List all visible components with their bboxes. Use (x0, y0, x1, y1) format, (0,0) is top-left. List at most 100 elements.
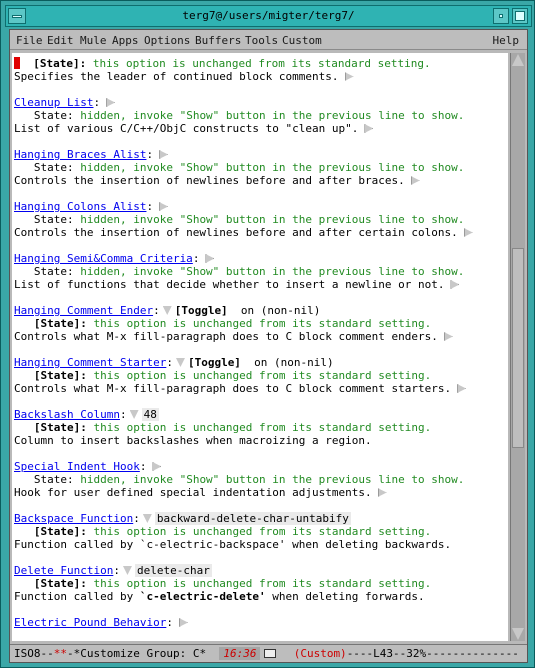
doc-text: List of functions that decide whether to… (14, 278, 445, 291)
option-title-line: Delete Function: delete-char (14, 564, 212, 577)
scroll-down-arrow-icon[interactable] (512, 628, 524, 640)
position-indicator: ----L43--32%-------------- (346, 647, 519, 660)
toggle-button[interactable]: [Toggle] (188, 356, 241, 369)
doc-line: Specifies the leader of continued block … (14, 70, 354, 83)
menu-buffers[interactable]: Buffers (195, 34, 241, 47)
minimize-button[interactable] (493, 8, 509, 24)
doc-text: Controls what M-x fill-paragraph does to… (14, 382, 452, 395)
value-field[interactable]: 48 (141, 408, 159, 421)
more-doc-icon[interactable] (344, 72, 354, 81)
menu-file[interactable]: File (16, 34, 43, 47)
show-button-icon[interactable] (159, 202, 169, 211)
vertical-scrollbar[interactable] (510, 53, 525, 641)
doc-line: Function called by `c-electric-backspace… (14, 538, 451, 551)
option-hanging-comment-ender[interactable]: Hanging Comment Ender (14, 304, 153, 317)
state-message: this option is unchanged from its standa… (86, 369, 432, 382)
scroll-thumb[interactable] (512, 248, 524, 448)
option-title-line: Hanging Braces Alist: (14, 148, 169, 161)
show-button-icon[interactable] (106, 98, 116, 107)
option-title-line: Hanging Colons Alist: (14, 200, 169, 213)
menu-custom[interactable]: Custom (282, 34, 322, 47)
doc-text: Controls what M-x fill-paragraph does to… (14, 330, 438, 343)
doc-link[interactable]: `c-electric-delete' (140, 590, 266, 603)
doc-text: Controls the insertion of newlines befor… (14, 226, 458, 239)
option-hanging-braces-alist[interactable]: Hanging Braces Alist (14, 148, 146, 161)
state-button[interactable]: State: (14, 161, 74, 174)
show-button-icon[interactable] (178, 618, 188, 627)
option-title-line: Backslash Column: 48 (14, 408, 159, 421)
toggle-button[interactable]: [Toggle] (175, 304, 228, 317)
menu-options[interactable]: Options (144, 34, 190, 47)
show-button-icon[interactable] (159, 150, 169, 159)
doc-text: List of various C/C++/ObjC constructs to… (14, 122, 359, 135)
state-message: hidden, invoke "Show" button in the prev… (73, 473, 465, 486)
state-button[interactable]: State: (14, 265, 74, 278)
emacs-window: terg7@/users/migter/terg7/ File Edit Mul… (0, 0, 535, 668)
option-electric-pound-behavior[interactable]: Electric Pound Behavior (14, 616, 166, 629)
more-doc-icon[interactable] (457, 384, 467, 393)
state-message: hidden, invoke "Show" button in the prev… (73, 161, 465, 174)
option-backslash-column[interactable]: Backslash Column (14, 408, 120, 421)
title-bar[interactable]: terg7@/users/migter/terg7/ (5, 5, 532, 27)
doc-text: Hook for user defined special indentatio… (14, 486, 372, 499)
hide-button-icon[interactable] (142, 514, 152, 523)
hide-button-icon[interactable] (175, 358, 185, 367)
state-line: [State]: this option is unchanged from i… (14, 369, 431, 382)
doc-text: Column to insert backslashes when macroi… (14, 434, 372, 447)
state-button[interactable]: [State]: (14, 317, 87, 330)
state-button[interactable]: [State]: (14, 577, 87, 590)
maximize-icon (515, 11, 525, 21)
state-line: State: hidden, invoke "Show" button in t… (14, 265, 464, 278)
option-hanging-comment-starter[interactable]: Hanging Comment Starter (14, 356, 166, 369)
doc-line: Function called by `c-electric-delete' w… (14, 590, 425, 603)
scroll-up-arrow-icon[interactable] (512, 54, 524, 66)
option-delete-function[interactable]: Delete Function (14, 564, 113, 577)
major-mode[interactable]: (Custom) (294, 647, 347, 660)
show-button-icon[interactable] (205, 254, 215, 263)
menu-mule[interactable]: Mule (80, 34, 107, 47)
option-title-line: Hanging Semi&Comma Criteria: (14, 252, 215, 265)
value-field[interactable]: backward-delete-char-untabify (154, 512, 351, 525)
emacs-frame: File Edit Mule Apps Options Buffers Tool… (9, 29, 528, 663)
more-doc-icon[interactable] (443, 332, 453, 341)
hide-button-icon[interactable] (162, 306, 172, 315)
menu-bar: File Edit Mule Apps Options Buffers Tool… (10, 30, 527, 50)
option-hanging-semi-comma-criteria[interactable]: Hanging Semi&Comma Criteria (14, 252, 193, 265)
more-doc-icon[interactable] (364, 124, 374, 133)
more-doc-icon[interactable] (450, 280, 460, 289)
more-doc-icon[interactable] (463, 228, 473, 237)
state-message: this option is unchanged from its standa… (86, 525, 432, 538)
more-doc-icon[interactable] (377, 488, 387, 497)
menu-tools[interactable]: Tools (245, 34, 278, 47)
state-line: State: hidden, invoke "Show" button in t… (14, 161, 464, 174)
customize-buffer[interactable]: [State]: this option is unchanged from i… (12, 53, 508, 641)
more-doc-icon[interactable] (410, 176, 420, 185)
modified-flag: ** (53, 647, 67, 660)
option-hanging-colons-alist[interactable]: Hanging Colons Alist (14, 200, 146, 213)
state-button[interactable]: State: (14, 109, 74, 122)
state-button[interactable]: [State]: (14, 525, 87, 538)
toggle-value: on (non-nil) (227, 304, 321, 317)
state-message: hidden, invoke "Show" button in the prev… (73, 213, 465, 226)
maximize-button[interactable] (512, 8, 528, 24)
hide-button-icon[interactable] (129, 410, 139, 419)
option-cleanup-list[interactable]: Cleanup List (14, 96, 93, 109)
doc-line: Column to insert backslashes when macroi… (14, 434, 372, 447)
state-button[interactable]: [State]: (33, 57, 86, 70)
value-field[interactable]: delete-char (134, 564, 212, 577)
option-backspace-function[interactable]: Backspace Function (14, 512, 133, 525)
state-button[interactable]: [State]: (14, 421, 87, 434)
state-message: hidden, invoke "Show" button in the prev… (73, 265, 465, 278)
menu-help[interactable]: Help (493, 34, 520, 47)
hide-button-icon[interactable] (122, 566, 132, 575)
menu-edit[interactable]: Edit (47, 34, 74, 47)
state-button[interactable]: State: (14, 213, 74, 226)
show-button-icon[interactable] (152, 462, 162, 471)
doc-text: when deleting forwards. (265, 590, 425, 603)
doc-line: Controls what M-x fill-paragraph does to… (14, 382, 467, 395)
state-button[interactable]: [State]: (14, 369, 87, 382)
state-button[interactable]: State: (14, 473, 74, 486)
menu-apps[interactable]: Apps (112, 34, 139, 47)
mode-line: ISO8--**-*Customize Group: C* 16:36 (Cus… (10, 644, 527, 662)
option-special-indent-hook[interactable]: Special Indent Hook (14, 460, 140, 473)
